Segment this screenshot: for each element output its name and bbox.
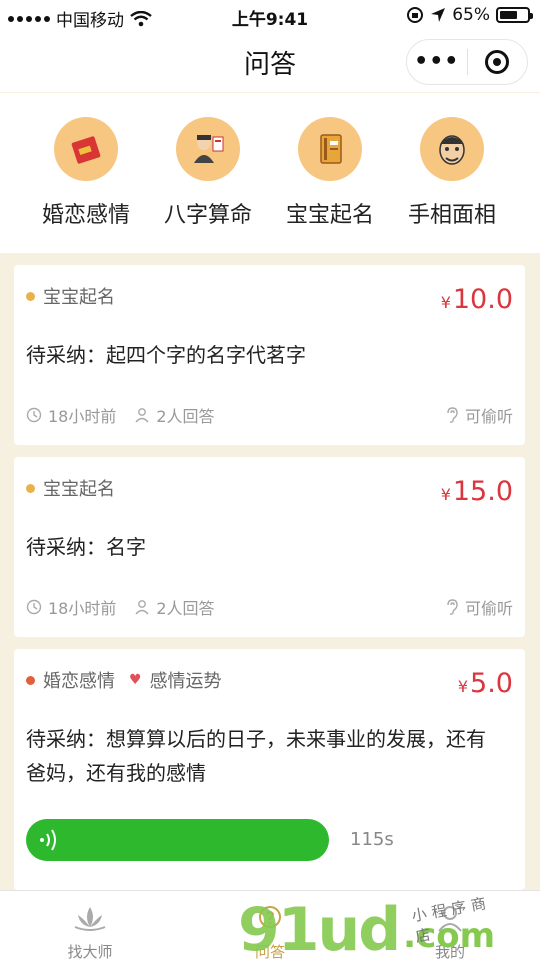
category-item[interactable]: 手相面相 [391,93,513,253]
status-bar: 中国移动 上午9:41 65% [0,0,540,32]
answer-info: 2人回答 [134,403,215,427]
orientation-lock-icon [407,7,424,23]
tag-list: 宝宝起名 [26,475,115,501]
heart-tag-icon: ♥ [129,672,142,688]
time-info: 18小时前 [26,403,116,427]
mini-program-capsule: ••• [406,39,528,85]
qa-icon [259,906,281,928]
book-tag-icon [26,483,35,493]
tag-label: 婚恋感情 [43,671,115,692]
tab-find-master[interactable]: 找大师 [0,891,180,960]
love-tag-icon [26,675,35,685]
card-meta: 18小时前 2人回答 可偷听 [26,403,513,427]
ear-icon [447,407,458,423]
category-bar: 婚恋感情 八字算命 宝宝起名 手相面相 [0,93,540,253]
time-ago: 18小时前 [48,407,117,426]
user-icon [438,906,462,932]
red-envelope-icon [54,117,118,181]
lotus-icon [74,907,106,931]
status-right: 65% [406,5,533,25]
category-label: 宝宝起名 [285,203,374,228]
category-tag: 婚恋感情 [26,667,115,693]
price: ¥15.0 [441,476,513,507]
more-dots-icon[interactable]: ••• [407,51,467,73]
category-item[interactable]: 婚恋感情 [25,93,147,253]
tag-list: 婚恋感情 ♥ 感情运势 [26,667,222,693]
question-card[interactable]: 宝宝起名 ¥15.0 待采纳：名字 18小时前 2人回答 可偷听 [14,457,525,637]
voice-duration: 115s [350,829,394,850]
question-text: 待采纳：起四个字的名字代茗字 [26,343,306,367]
price-value: 10.0 [452,284,513,315]
question-text: 待采纳：名字 [26,535,146,559]
category-item[interactable]: 八字算命 [147,93,269,253]
listen-label: 可偷听 [464,599,513,618]
battery-fill [500,11,517,19]
category-tag: 宝宝起名 [26,283,115,309]
close-target-icon [485,50,510,74]
card-meta: 18小时前 2人回答 可偷听 [26,595,513,619]
currency-symbol: ¥ [440,293,451,312]
tag-label: 感情运势 [149,671,222,692]
tag-label: 宝宝起名 [43,287,115,308]
fortune-teller-icon [176,117,240,181]
clock-icon [26,599,42,615]
price-value: 15.0 [452,476,513,507]
answer-count: 2人回答 [156,599,215,618]
question-text: 待采纳：想算算以后的日子，未来事业的发展，还有爸妈，还有我的感情 [26,727,486,785]
listen-button[interactable]: 可偷听 [445,403,513,427]
tab-bar: 找大师 问答 我的 [0,890,540,960]
category-label: 八字算命 [163,203,252,228]
question-card[interactable]: 宝宝起名 ¥10.0 待采纳：起四个字的名字代茗字 18小时前 2人回答 可偷听 [14,265,525,445]
listen-button[interactable]: 可偷听 [445,595,513,619]
answer-info: 2人回答 [134,595,215,619]
price: ¥10.0 [441,284,513,315]
category-item[interactable]: 宝宝起名 [269,93,391,253]
close-button[interactable] [468,50,528,74]
time-info: 18小时前 [26,595,116,619]
tag-label: 宝宝起名 [43,479,115,500]
voice-answer-button[interactable] [26,819,329,861]
time-ago: 18小时前 [48,599,117,618]
location-icon [431,8,446,22]
price-value: 5.0 [470,668,513,699]
tab-label: 问答 [254,943,285,960]
price: ¥5.0 [458,668,513,699]
tab-mine[interactable]: 我的 [360,891,540,960]
answer-count: 2人回答 [156,407,215,426]
face-icon [420,117,484,181]
book-tag-icon [26,291,35,301]
category-tag: ♥ 感情运势 [129,667,222,693]
tab-label: 我的 [434,943,465,960]
sound-wave-icon [40,829,56,851]
book-icon [298,117,362,181]
currency-symbol: ¥ [457,677,469,696]
nav-bar: 问答 ••• [0,32,540,92]
tab-label: 找大师 [67,943,113,960]
category-label: 婚恋感情 [41,203,130,228]
person-icon [135,408,149,423]
listen-label: 可偷听 [464,407,513,426]
category-label: 手相面相 [407,203,496,228]
person-icon [135,600,149,615]
clock-icon [26,407,42,423]
ear-icon [447,599,458,615]
tag-list: 宝宝起名 [26,283,115,309]
currency-symbol: ¥ [440,485,451,504]
battery-percent: 65% [452,5,490,25]
category-tag: 宝宝起名 [26,475,115,501]
question-card[interactable]: 婚恋感情 ♥ 感情运势 ¥5.0 待采纳：想算算以后的日子，未来事业的发展，还有… [14,649,525,890]
tab-qa[interactable]: 问答 [180,891,360,960]
battery-icon [496,7,533,23]
